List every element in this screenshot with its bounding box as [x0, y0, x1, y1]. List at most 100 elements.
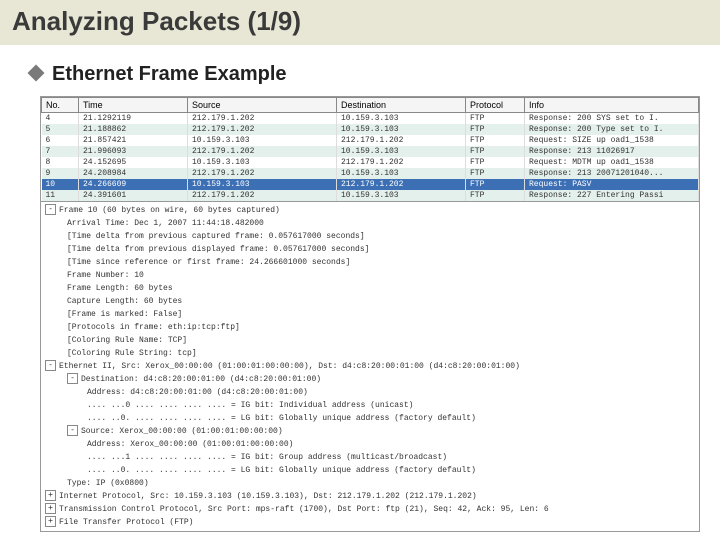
column-header-source[interactable]: Source [188, 98, 337, 113]
detail-text: Source: Xerox_00:00:00 (01:00:01:00:00:0… [81, 427, 283, 436]
packet-row[interactable]: 924.208984212.179.1.20210.159.3.103FTPRe… [42, 168, 699, 179]
detail-line: .... ..0. .... .... .... .... = LG bit: … [41, 412, 699, 425]
packet-cell-no: 4 [42, 113, 79, 125]
packet-cell-proto: FTP [466, 124, 525, 135]
collapse-icon[interactable]: - [45, 204, 56, 215]
title-band: Analyzing Packets (1/9) [0, 0, 720, 45]
packet-cell-src: 212.179.1.202 [188, 146, 337, 157]
detail-text: File Transfer Protocol (FTP) [59, 518, 193, 527]
packet-cell-no: 9 [42, 168, 79, 179]
detail-text: Arrival Time: Dec 1, 2007 11:44:18.48200… [67, 219, 264, 228]
packet-row[interactable]: 421.1292119212.179.1.20210.159.3.103FTPR… [42, 113, 699, 125]
detail-text: Ethernet II, Src: Xerox_00:00:00 (01:00:… [59, 362, 520, 371]
packet-cell-info: Response: 227 Entering Passi [525, 190, 699, 201]
packet-cell-info: Request: MDTM up oad1_1538 [525, 157, 699, 168]
packet-cell-src: 212.179.1.202 [188, 190, 337, 201]
packet-detail-pane: -Frame 10 (60 bytes on wire, 60 bytes ca… [41, 201, 699, 531]
detail-text: Transmission Control Protocol, Src Port:… [59, 505, 549, 514]
detail-line: [Time delta from previous displayed fram… [41, 243, 699, 256]
eth-src-node[interactable]: -Source: Xerox_00:00:00 (01:00:01:00:00:… [41, 425, 699, 438]
packet-cell-no: 8 [42, 157, 79, 168]
collapse-icon[interactable]: - [67, 373, 78, 384]
detail-text: .... ...0 .... .... .... .... = IG bit: … [87, 401, 413, 410]
packet-cell-src: 10.159.3.103 [188, 179, 337, 190]
detail-text: [Time delta from previous captured frame… [67, 232, 365, 241]
collapse-icon[interactable]: - [45, 360, 56, 371]
detail-text: [Time delta from previous displayed fram… [67, 245, 369, 254]
detail-text: Frame 10 (60 bytes on wire, 60 bytes cap… [59, 206, 280, 215]
packet-cell-info: Response: 200 SYS set to I. [525, 113, 699, 125]
packet-cell-no: 7 [42, 146, 79, 157]
packet-cell-dst: 212.179.1.202 [337, 179, 466, 190]
column-header-info[interactable]: Info [525, 98, 699, 113]
packet-cell-time: 21.996093 [79, 146, 188, 157]
detail-line: .... ..0. .... .... .... .... = LG bit: … [41, 464, 699, 477]
expand-icon[interactable]: + [45, 490, 56, 501]
packet-row[interactable]: 824.15269510.159.3.103212.179.1.202FTPRe… [42, 157, 699, 168]
column-header-protocol[interactable]: Protocol [466, 98, 525, 113]
packet-cell-proto: FTP [466, 135, 525, 146]
detail-text: [Coloring Rule Name: TCP] [67, 336, 187, 345]
detail-text: Destination: d4:c8:20:00:01:00 (d4:c8:20… [81, 375, 321, 384]
packet-cell-time: 21.1292119 [79, 113, 188, 125]
detail-text: .... ..0. .... .... .... .... = LG bit: … [87, 414, 476, 423]
packet-cell-no: 6 [42, 135, 79, 146]
detail-line: [Frame is marked: False] [41, 308, 699, 321]
column-header-time[interactable]: Time [79, 98, 188, 113]
packet-cell-dst: 212.179.1.202 [337, 157, 466, 168]
packet-cell-dst: 10.159.3.103 [337, 146, 466, 157]
packet-row[interactable]: 1124.391601212.179.1.20210.159.3.103FTPR… [42, 190, 699, 201]
packet-cell-dst: 10.159.3.103 [337, 124, 466, 135]
ethernet-node[interactable]: -Ethernet II, Src: Xerox_00:00:00 (01:00… [41, 360, 699, 373]
expand-icon[interactable]: + [45, 516, 56, 527]
packet-cell-dst: 10.159.3.103 [337, 190, 466, 201]
packet-cell-time: 24.266609 [79, 179, 188, 190]
column-header-destination[interactable]: Destination [337, 98, 466, 113]
collapse-icon[interactable]: - [67, 425, 78, 436]
packet-cell-src: 212.179.1.202 [188, 124, 337, 135]
packet-cell-dst: 10.159.3.103 [337, 113, 466, 125]
packet-row[interactable]: 721.996093212.179.1.20210.159.3.103FTPRe… [42, 146, 699, 157]
packet-row[interactable]: 521.188862212.179.1.20210.159.3.103FTPRe… [42, 124, 699, 135]
packet-cell-time: 24.152695 [79, 157, 188, 168]
detail-text: [Coloring Rule String: tcp] [67, 349, 197, 358]
tcp-node[interactable]: +Transmission Control Protocol, Src Port… [41, 503, 699, 516]
frame-node[interactable]: -Frame 10 (60 bytes on wire, 60 bytes ca… [41, 204, 699, 217]
detail-text: Internet Protocol, Src: 10.159.3.103 (10… [59, 492, 477, 501]
packet-cell-proto: FTP [466, 113, 525, 125]
eth-dest-node[interactable]: -Destination: d4:c8:20:00:01:00 (d4:c8:2… [41, 373, 699, 386]
detail-text: Capture Length: 60 bytes [67, 297, 182, 306]
packet-cell-info: Response: 213 11026917 [525, 146, 699, 157]
packet-cell-src: 212.179.1.202 [188, 113, 337, 125]
packet-cell-time: 24.208984 [79, 168, 188, 179]
wireshark-panel: No. Time Source Destination Protocol Inf… [40, 96, 700, 532]
packet-cell-src: 10.159.3.103 [188, 157, 337, 168]
packet-cell-proto: FTP [466, 157, 525, 168]
detail-line: .... ...1 .... .... .... .... = IG bit: … [41, 451, 699, 464]
expand-icon[interactable]: + [45, 503, 56, 514]
detail-text: Address: Xerox_00:00:00 (01:00:01:00:00:… [87, 440, 293, 449]
detail-line: Arrival Time: Dec 1, 2007 11:44:18.48200… [41, 217, 699, 230]
packet-cell-dst: 10.159.3.103 [337, 168, 466, 179]
column-header-no[interactable]: No. [42, 98, 79, 113]
packet-cell-proto: FTP [466, 190, 525, 201]
packet-cell-proto: FTP [466, 146, 525, 157]
detail-line: Address: Xerox_00:00:00 (01:00:01:00:00:… [41, 438, 699, 451]
packet-row[interactable]: 621.85742110.159.3.103212.179.1.202FTPRe… [42, 135, 699, 146]
diamond-bullet-icon [28, 65, 45, 82]
packet-cell-no: 11 [42, 190, 79, 201]
detail-line: [Time since reference or first frame: 24… [41, 256, 699, 269]
ip-node[interactable]: +Internet Protocol, Src: 10.159.3.103 (1… [41, 490, 699, 503]
packet-list-table: No. Time Source Destination Protocol Inf… [41, 97, 699, 201]
detail-text: Frame Length: 60 bytes [67, 284, 173, 293]
detail-line: [Coloring Rule Name: TCP] [41, 334, 699, 347]
detail-text: [Frame is marked: False] [67, 310, 182, 319]
eth-type: Type: IP (0x0800) [41, 477, 699, 490]
packet-cell-time: 21.857421 [79, 135, 188, 146]
detail-line: [Protocols in frame: eth:ip:tcp:ftp] [41, 321, 699, 334]
ftp-node[interactable]: +File Transfer Protocol (FTP) [41, 516, 699, 529]
packet-cell-info: Request: SIZE up oad1_1538 [525, 135, 699, 146]
packet-row[interactable]: 1024.26660910.159.3.103212.179.1.202FTPR… [42, 179, 699, 190]
packet-cell-dst: 212.179.1.202 [337, 135, 466, 146]
page-title: Analyzing Packets (1/9) [12, 6, 708, 37]
